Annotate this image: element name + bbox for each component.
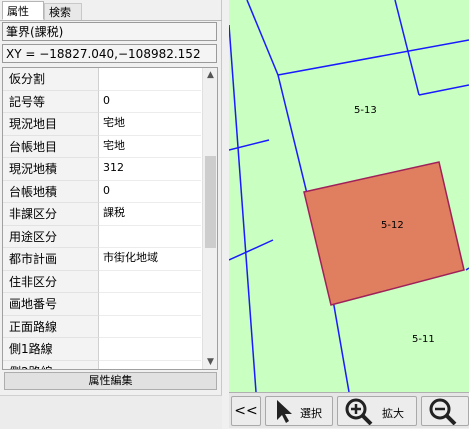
property-row[interactable]: 台帳地積 0 [3, 180, 201, 203]
boundary-line [394, 0, 420, 96]
property-row[interactable]: 仮分割 [3, 68, 201, 91]
property-key: 仮分割 [3, 68, 99, 91]
lot-label: 5-13 [354, 105, 377, 116]
property-grid[interactable]: 仮分割 記号等 0 現況地目 宅地 台帳地目 宅地 現況地積 312 台帳地積 0 非課区分 課税 用途区… [2, 67, 218, 370]
property-key: 記号等 [3, 90, 99, 113]
property-value[interactable] [99, 361, 201, 370]
property-value[interactable] [99, 226, 201, 248]
lot-label: 5-12 [381, 220, 404, 231]
property-row[interactable]: 正面路線 [3, 315, 201, 338]
select-tool-label: 選択 [300, 407, 322, 420]
zoom-out-button[interactable] [421, 396, 469, 426]
zoom-in-label: 拡大 [382, 407, 404, 420]
property-value[interactable] [99, 271, 201, 293]
property-value[interactable] [99, 316, 201, 338]
property-value[interactable]: 0 [99, 91, 201, 113]
layer-name-field: 筆界(課税) [2, 22, 217, 41]
property-row[interactable]: 現況地積 312 [3, 158, 201, 181]
panel-footer [0, 395, 222, 429]
tab-search[interactable]: 検索 [44, 3, 82, 20]
boundary-line [418, 84, 469, 96]
property-row[interactable]: 記号等 0 [3, 90, 201, 113]
property-row[interactable]: 住非区分 [3, 270, 201, 293]
property-row[interactable]: 画地番号 [3, 293, 201, 316]
coordinate-readout: XY = −18827.040,−108982.152 [2, 44, 217, 63]
property-value[interactable] [99, 338, 201, 361]
chevron-down-icon[interactable]: ▼ [203, 355, 217, 369]
property-key: 側1路線 [3, 338, 99, 361]
boundary-line [277, 39, 469, 76]
zoom-out-icon [429, 398, 457, 425]
property-key: 住非区分 [3, 270, 99, 293]
select-tool-button[interactable]: 選択 [265, 396, 333, 426]
property-row[interactable]: 台帳地目 宅地 [3, 135, 201, 158]
cursor-arrow-icon [277, 400, 292, 423]
attribute-panel: 属性 検索 筆界(課税) XY = −18827.040,−108982.152… [0, 0, 222, 429]
zoom-in-button[interactable]: 拡大 [337, 396, 417, 426]
property-key: 非課区分 [3, 203, 99, 226]
property-row[interactable]: 現況地目 宅地 [3, 113, 201, 136]
edit-attributes-button[interactable]: 属性編集 [4, 372, 217, 390]
property-row[interactable]: 非課区分 課税 [3, 203, 201, 226]
selected-parcel[interactable] [303, 161, 465, 306]
lot-label: 5-11 [412, 334, 435, 345]
property-value[interactable]: 宅地 [99, 113, 201, 136]
property-key: 台帳地目 [3, 135, 99, 158]
zoom-in-icon [345, 398, 373, 425]
property-value[interactable] [99, 68, 201, 91]
tab-bar: 属性 検索 [0, 0, 222, 21]
property-key: 画地番号 [3, 293, 99, 316]
scrollbar-thumb[interactable] [205, 156, 216, 248]
property-key: 台帳地積 [3, 180, 99, 203]
tab-attributes[interactable]: 属性 [2, 1, 44, 20]
property-value[interactable]: 0 [99, 181, 201, 203]
property-row[interactable]: 側1路線 [3, 338, 201, 361]
property-key: 現況地目 [3, 113, 99, 136]
boundary-line [229, 239, 274, 261]
property-value[interactable]: 課税 [99, 203, 201, 226]
property-row[interactable]: 都市計画 市街化地域 [3, 248, 201, 271]
property-scrollbar[interactable]: ▲ ▼ [202, 68, 217, 369]
property-key: 現況地積 [3, 158, 99, 181]
property-key: 正面路線 [3, 315, 99, 338]
property-value[interactable]: 市街化地域 [99, 248, 201, 271]
property-value[interactable]: 宅地 [99, 136, 201, 158]
property-key: 都市計画 [3, 248, 99, 271]
property-value[interactable] [99, 293, 201, 316]
boundary-line [229, 24, 257, 392]
property-key: 側2路線 [3, 360, 99, 369]
collapse-panel-button[interactable]: << [231, 396, 261, 426]
map-canvas[interactable]: 5-13 5-12 5-11 [229, 0, 469, 392]
boundary-line [246, 0, 279, 76]
boundary-line [332, 299, 350, 392]
chevron-up-icon[interactable]: ▲ [203, 68, 217, 82]
property-row[interactable]: 用途区分 [3, 225, 201, 248]
property-value[interactable]: 312 [99, 158, 201, 181]
map-toolbar: << 選択 拡大 [229, 392, 469, 428]
property-row[interactable]: 側2路線 [3, 360, 201, 370]
boundary-line [229, 139, 270, 151]
property-key: 用途区分 [3, 225, 99, 248]
